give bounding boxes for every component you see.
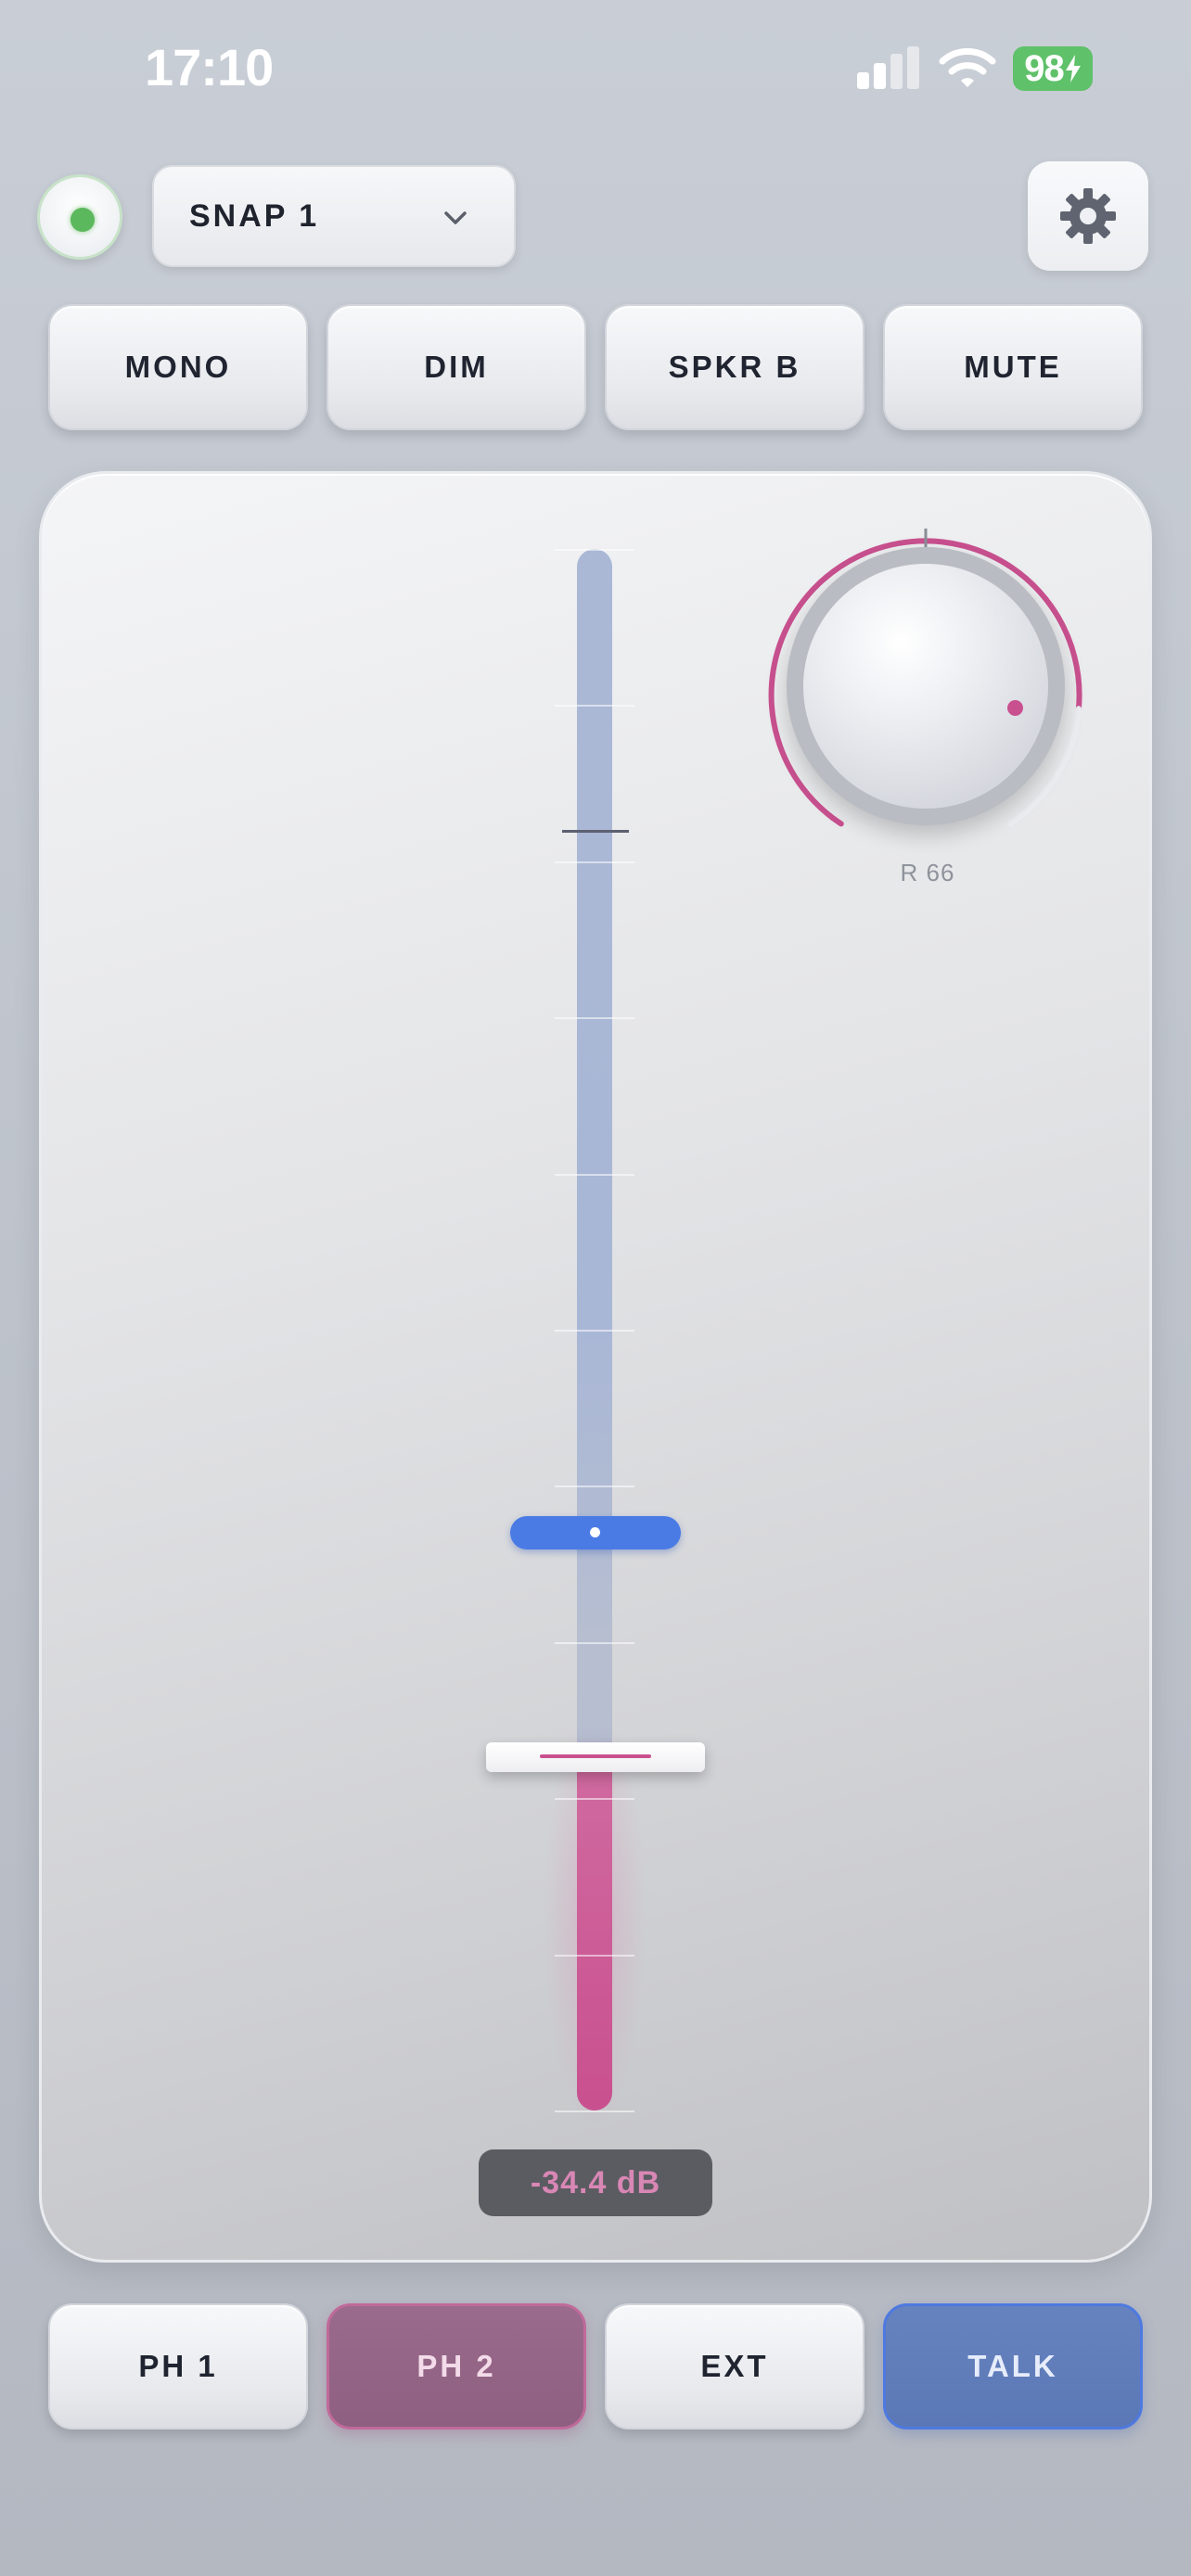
fader-tick [555, 861, 634, 863]
fader-tick [555, 705, 634, 707]
charging-bolt-icon [1065, 55, 1081, 83]
talkback-button[interactable]: TALK [883, 2303, 1143, 2429]
balance-knob-face [787, 547, 1065, 825]
wifi-icon [939, 48, 996, 87]
fader-tick [555, 1798, 634, 1800]
gear-icon [1060, 188, 1116, 244]
balance-knob-indicator [1007, 700, 1023, 716]
fader-tick [555, 1174, 634, 1176]
chevron-down-icon [444, 211, 467, 224]
level-readout: -34.4 dB [479, 2149, 712, 2216]
mono-button[interactable]: MONO [48, 304, 308, 430]
unity-gain-mark [562, 830, 629, 833]
fader-tick [555, 549, 634, 551]
phones-1-button[interactable]: PH 1 [48, 2303, 308, 2429]
connection-status-led [37, 174, 122, 260]
settings-button[interactable] [1028, 161, 1148, 271]
mute-button[interactable]: MUTE [883, 304, 1143, 430]
snapshot-dropdown[interactable]: SNAP 1 [152, 165, 516, 267]
battery-charging-icon: 98 [1013, 46, 1093, 91]
speaker-b-button[interactable]: SPKR B [605, 304, 864, 430]
battery-level: 98 [1024, 47, 1064, 89]
fader-tick [555, 1017, 634, 1019]
balance-knob[interactable] [766, 527, 1085, 846]
fader-tick [555, 1642, 634, 1644]
phones-2-button[interactable]: PH 2 [327, 2303, 586, 2429]
balance-knob-label: R 66 [900, 859, 955, 886]
status-time: 17:10 [145, 38, 274, 96]
fader-tick [555, 1955, 634, 1957]
dim-button[interactable]: DIM [327, 304, 586, 430]
fader-tick [555, 1486, 634, 1487]
fader-tick [555, 1330, 634, 1332]
volume-fader-fill [577, 1759, 612, 2111]
talkback-level-marker[interactable] [510, 1516, 681, 1549]
cellular-signal-icon [857, 45, 920, 89]
snapshot-label: SNAP 1 [189, 198, 320, 234]
external-input-button[interactable]: EXT [605, 2303, 864, 2429]
volume-fader-handle[interactable] [486, 1742, 705, 1772]
fader-tick [555, 2111, 634, 2112]
